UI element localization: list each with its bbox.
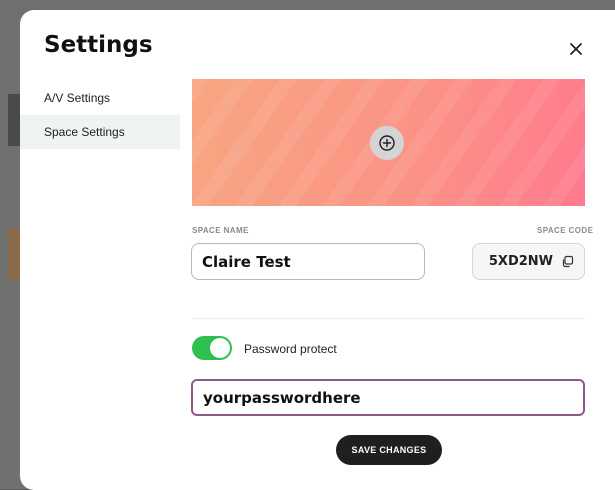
modal-title: Settings <box>44 32 153 58</box>
sidebar-item-av-settings[interactable]: A/V Settings <box>20 81 180 115</box>
add-circle-icon <box>379 135 395 151</box>
space-code-label: SPACE CODE <box>537 226 594 235</box>
password-protect-label: Password protect <box>244 342 337 356</box>
space-code-value: 5XD2NW <box>488 254 553 269</box>
space-cover-image[interactable] <box>192 79 585 206</box>
sidebar-item-space-settings[interactable]: Space Settings <box>20 115 180 149</box>
close-icon <box>570 43 582 55</box>
save-changes-button[interactable]: SAVE CHANGES <box>336 435 442 465</box>
section-divider <box>192 318 585 319</box>
password-input[interactable] <box>191 379 585 416</box>
space-name-label: SPACE NAME <box>192 226 249 235</box>
copy-icon <box>562 255 574 268</box>
password-protect-toggle[interactable] <box>192 336 232 360</box>
space-name-input[interactable] <box>191 243 425 280</box>
settings-sidebar: A/V Settings Space Settings <box>20 81 180 149</box>
settings-modal: Settings A/V Settings Space Settings SPA… <box>20 10 615 490</box>
close-button[interactable] <box>565 38 587 60</box>
toggle-knob <box>210 338 230 358</box>
space-code-copy-button[interactable]: 5XD2NW <box>472 243 585 280</box>
upload-cover-button[interactable] <box>370 126 404 160</box>
